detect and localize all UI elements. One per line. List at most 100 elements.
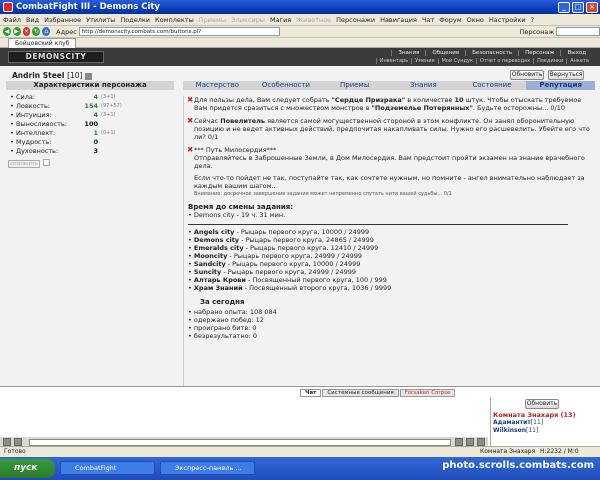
refresh-button[interactable]: Обновить xyxy=(510,70,544,80)
room-user[interactable]: Wilkinson[11] xyxy=(493,427,598,435)
chat-send-icon[interactable] xyxy=(455,438,463,446)
character-search-label: Персонаж xyxy=(519,27,555,36)
header-nav-item[interactable]: Мой Сундук xyxy=(437,58,476,64)
menu-item[interactable]: Магия xyxy=(270,16,291,24)
window-title: CombatFight III - Demons City xyxy=(16,2,160,12)
header-nav-item[interactable]: Персонаж xyxy=(518,50,560,56)
chat-tab[interactable]: Forsaken Corpse xyxy=(399,389,456,397)
tab-item[interactable]: Мастерство xyxy=(183,81,252,90)
browser-tab[interactable]: Бойцовский клуб xyxy=(8,38,77,48)
menu-item[interactable]: Поделки xyxy=(120,16,150,24)
stat-bonus: (97+57) xyxy=(101,103,122,109)
reload-icon[interactable]: ↻ xyxy=(32,27,41,36)
city-reputation-row: • Mooncity - Рыцарь первого круга, 24999… xyxy=(188,252,363,260)
header-nav-primary: Знания Общение Безопасность Персонаж Выход xyxy=(391,50,592,56)
menu-item[interactable]: Приемы xyxy=(199,16,226,24)
chat-clear-icon[interactable] xyxy=(14,438,22,446)
city-name: Suncity xyxy=(193,268,222,276)
home-icon[interactable]: ⌂ xyxy=(42,27,51,36)
quest-count: 10 xyxy=(454,96,464,104)
menu-item[interactable]: Чат xyxy=(422,16,434,24)
menu-item[interactable]: Персонажи xyxy=(336,16,375,24)
menu-item[interactable]: Животное xyxy=(296,16,331,24)
city-name: Mooncity xyxy=(193,252,228,260)
menu-item[interactable]: Утилиты xyxy=(86,16,115,24)
city-name: Алтарь Крови xyxy=(193,276,246,284)
status-coordinates: Н:2232 / М:0 xyxy=(540,448,579,455)
chat-settings-icon[interactable] xyxy=(477,438,485,446)
stat-bonus: (3+1) xyxy=(101,94,116,100)
taskbar-item-express-panel[interactable]: Экспресс-панель ... xyxy=(160,461,255,475)
chat-input[interactable] xyxy=(29,438,451,446)
stat-row: • Интеллект: 1 (0+1) xyxy=(10,129,116,137)
info-icon[interactable] xyxy=(85,72,93,80)
quest-item-name: "Сердце Призрака" xyxy=(331,96,406,104)
menu-item[interactable]: Навигация xyxy=(380,16,417,24)
header-nav-item[interactable]: Общение xyxy=(425,50,465,56)
menu-item[interactable]: Настройки xyxy=(489,16,526,24)
demonscity-logo: DEMONSCITY xyxy=(8,51,104,63)
header-nav-item[interactable]: Умения xyxy=(411,58,437,64)
chat-tab[interactable]: Чат xyxy=(300,389,322,397)
today-stat-row: • одержано побед: 12 xyxy=(188,316,264,324)
header-nav-item[interactable]: Выход xyxy=(560,50,592,56)
close-button[interactable]: × xyxy=(586,1,598,13)
tab-item[interactable]: Знания xyxy=(389,81,458,90)
menu-item[interactable]: Избранное xyxy=(44,16,81,24)
maximize-button[interactable]: □ xyxy=(572,1,584,13)
character-search-input[interactable] xyxy=(556,27,600,36)
chat-filter-icon[interactable] xyxy=(466,438,474,446)
city-reputation-row: • Алтарь Крови - Посвященный первого кру… xyxy=(188,276,387,284)
save-button[interactable]: сохранить xyxy=(8,160,40,168)
menu-item[interactable]: Эликсиры xyxy=(231,16,265,24)
start-button[interactable]: пуск xyxy=(0,459,55,478)
menu-item[interactable]: ? xyxy=(531,16,534,24)
today-stat-row: • набрано опыта: 108 084 xyxy=(188,308,277,316)
minimize-button[interactable]: _ xyxy=(558,1,570,13)
address-input[interactable]: http://demonscity.combats.com/buttons.pl… xyxy=(78,27,280,36)
header-nav-item[interactable]: Поединки xyxy=(533,58,566,64)
header-nav-item[interactable]: Инвентарь xyxy=(375,58,411,64)
header-nav-item[interactable]: Отчет о переводах xyxy=(475,58,533,64)
quest-text: . Будьте осторожны... 0/10 xyxy=(472,104,566,112)
menu-item[interactable]: Окно xyxy=(467,16,484,24)
chat-tab[interactable]: Системные сообщения xyxy=(322,389,399,397)
taskbar-item-combatfight[interactable]: CombatFight xyxy=(60,461,155,475)
tab-item[interactable]: Особенности xyxy=(252,81,321,90)
menu-item[interactable]: Файл xyxy=(3,16,21,24)
city-reputation-row: • Angels city - Рыцарь первого круга, 10… xyxy=(188,228,370,236)
chat-log[interactable] xyxy=(0,398,488,436)
stat-bonus: (3+1) xyxy=(101,112,116,118)
back-button[interactable]: Вернуться xyxy=(548,70,584,80)
tab-item[interactable]: Репутация xyxy=(526,81,596,90)
game-header: DEMONSCITY Знания Общение Безопасность Перс… xyxy=(0,48,600,66)
quest-text: Для пользы дела, Вам следует собрать xyxy=(194,96,332,104)
quest-x-icon[interactable]: ✖ xyxy=(187,117,193,125)
quest-title: *** Путь Милосердия*** xyxy=(194,146,277,154)
character-name-text: Andrin Steel xyxy=(12,71,65,80)
room-user[interactable]: Адамантит[11] xyxy=(493,419,598,427)
status-location: Комната Знахаря xyxy=(480,448,536,455)
back-arrow-icon[interactable]: ◀ xyxy=(3,27,11,36)
header-nav-item[interactable]: Безопасность xyxy=(465,50,518,56)
city-reputation-row: • Demons city - Рыцарь первого круга, 24… xyxy=(188,236,374,244)
user-name: Wilkinson xyxy=(493,427,527,434)
menu-item[interactable]: Вид xyxy=(26,16,39,24)
browser-tabbar: Бойцовский клуб xyxy=(0,38,600,48)
tab-item[interactable]: Состояние xyxy=(458,81,527,90)
header-nav-item[interactable]: Анкета xyxy=(566,58,592,64)
stop-icon[interactable]: × xyxy=(22,27,31,36)
tab-item[interactable]: Приемы xyxy=(320,81,389,90)
quest-x-icon[interactable]: ✖ xyxy=(187,146,193,154)
menu-item[interactable]: Форум xyxy=(439,16,461,24)
quest-x-icon[interactable]: ✖ xyxy=(187,96,193,104)
chat-smile-icon[interactable] xyxy=(3,438,11,446)
city-reputation: - Рыцарь первого круга, 10000 / 24999 xyxy=(234,228,370,236)
city-reputation: - Рыцарь первого круга, 24999 / 24999 xyxy=(221,268,356,276)
chat-refresh-button[interactable]: Обновить xyxy=(525,399,559,409)
menu-item[interactable]: Комплекты xyxy=(155,16,194,24)
city-name: Emeralds city xyxy=(193,244,244,252)
save-checkbox[interactable] xyxy=(43,158,50,166)
header-nav-item[interactable]: Знания xyxy=(391,50,425,56)
forward-arrow-icon[interactable]: ▶ xyxy=(12,27,21,36)
